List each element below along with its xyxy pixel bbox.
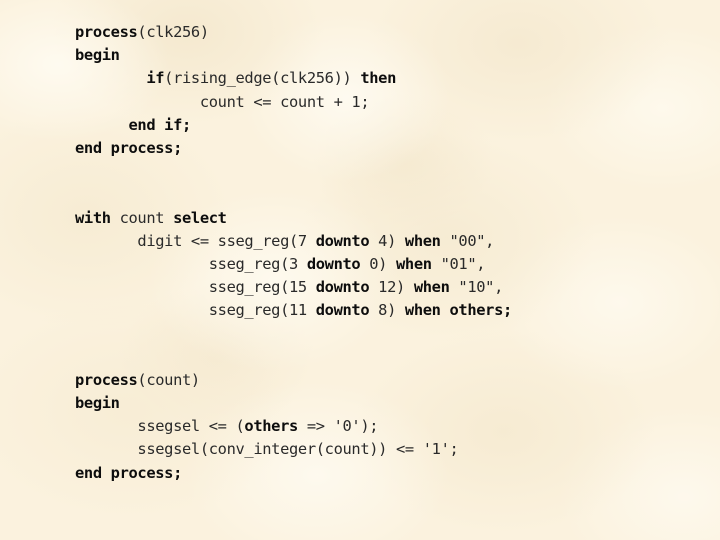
code-line: end process; (75, 137, 715, 160)
vhdl-code-block: process(clk256) begin if(rising_edge(clk2… (75, 21, 715, 485)
code-keyword: then (360, 69, 396, 88)
code-line: sseg_reg(3 downto 0) when "01", (75, 253, 715, 276)
code-line: if(rising_edge(clk256)) then (75, 67, 715, 90)
code-keyword: downto (306, 254, 361, 273)
code-identifier: 0) (360, 254, 396, 273)
code-identifier: sseg_reg(15 (208, 278, 316, 297)
code-line: process(count) (75, 369, 715, 392)
code-keyword: when (413, 278, 450, 297)
code-keyword: others (244, 417, 298, 436)
code-keyword: with (75, 208, 120, 227)
code-keyword: end if; (128, 115, 192, 134)
code-keyword: when others; (404, 301, 512, 320)
code-identifier: 12) (369, 278, 414, 297)
code-line: sseg_reg(15 downto 12) when "10", (75, 276, 715, 299)
code-line: digit <= sseg_reg(7 downto 4) when "00", (75, 230, 715, 253)
code-keyword: select (173, 208, 227, 227)
code-line: ssegsel(conv_integer(count)) <= '1'; (75, 438, 715, 461)
code-line: end if; (75, 114, 715, 137)
code-keyword: process (75, 23, 138, 41)
code-keyword: begin (75, 394, 120, 412)
code-identifier: 8) (369, 301, 405, 320)
code-line: process(clk256) (75, 21, 715, 44)
slide-canvas: process(clk256) begin if(rising_edge(clk2… (0, 0, 720, 540)
code-identifier: ssegsel(conv_integer(count)) <= '1'; (137, 440, 459, 459)
code-keyword: process (75, 370, 138, 389)
code-keyword: end process; (75, 138, 182, 157)
code-keyword: when (396, 254, 432, 273)
code-keyword: end process; (75, 463, 182, 482)
code-identifier: 4) (369, 231, 405, 250)
code-identifier: digit <= sseg_reg(7 (137, 231, 316, 250)
code-line: sseg_reg(11 downto 8) when others; (75, 299, 715, 322)
code-identifier: ssegsel <= ( (137, 417, 245, 436)
code-keyword: downto (315, 278, 370, 297)
code-line: ssegsel <= (others => '0'); (75, 415, 715, 438)
code-identifier: "00", (440, 231, 495, 250)
code-identifier: => '0'); (297, 417, 379, 436)
code-identifier: "01", (431, 254, 486, 273)
code-identifier: (count) (137, 370, 200, 389)
code-keyword: downto (315, 231, 370, 250)
code-identifier: count <= count + 1; (199, 92, 370, 111)
code-line: with count select (75, 207, 715, 230)
code-keyword: when (404, 231, 441, 250)
code-identifier: (clk256) (137, 23, 209, 41)
code-keyword: downto (315, 301, 370, 320)
code-keyword: if (146, 69, 165, 88)
code-identifier: sseg_reg(3 (208, 254, 307, 273)
code-identifier: (rising_edge(clk256)) (164, 69, 361, 88)
code-line: end process; (75, 462, 715, 485)
code-identifier: "10", (449, 278, 504, 297)
code-keyword: begin (75, 46, 120, 65)
code-identifier: count (119, 208, 174, 227)
code-line: begin (75, 392, 715, 415)
code-line: begin (75, 44, 715, 67)
code-identifier: sseg_reg(11 (208, 301, 316, 320)
code-line: count <= count + 1; (75, 91, 715, 114)
